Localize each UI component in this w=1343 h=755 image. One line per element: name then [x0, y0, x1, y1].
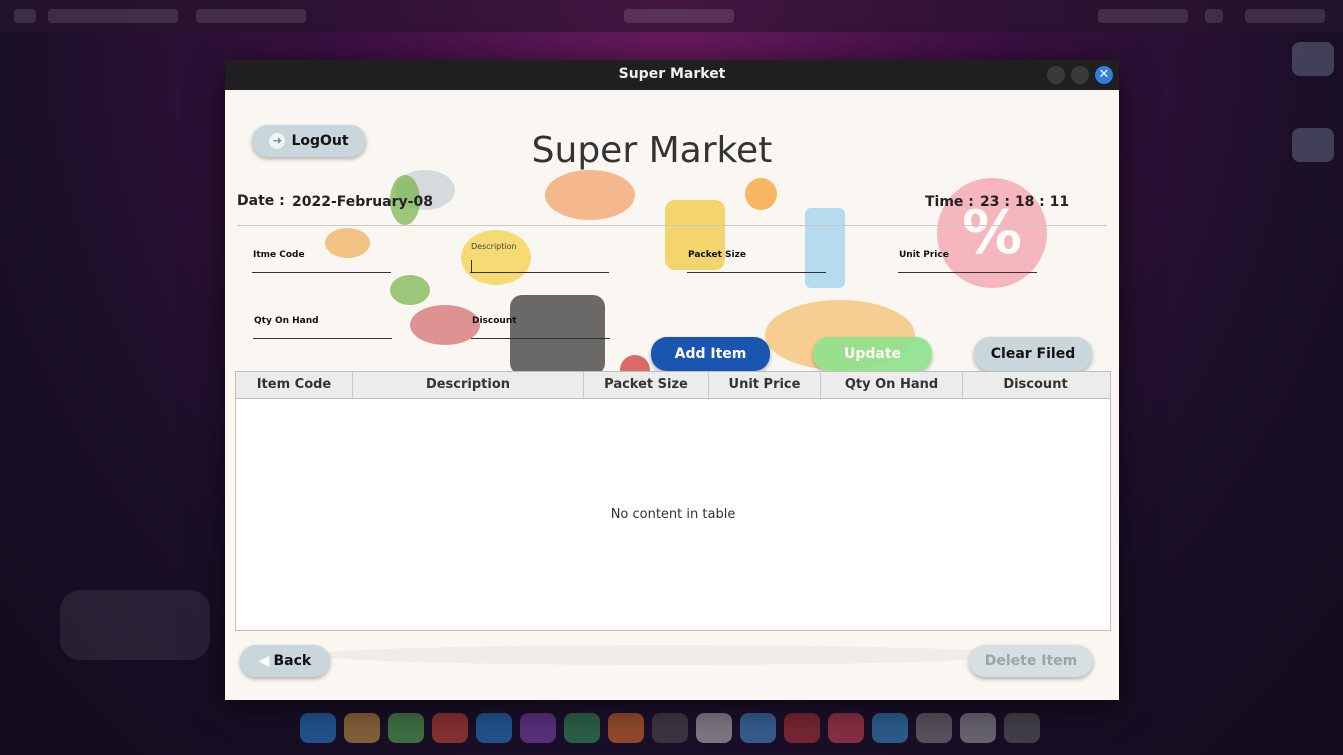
packet-size-label: Packet Size	[688, 250, 746, 260]
divider	[237, 225, 1107, 226]
time-value: 23 : 18 : 11	[980, 194, 1070, 210]
logout-label: LogOut	[291, 133, 349, 149]
clear-fields-button[interactable]: Clear Filed	[974, 337, 1092, 371]
table-header: Item Code Description Packet Size Unit P…	[236, 372, 1110, 399]
unit-price-label: Unit Price	[899, 250, 949, 260]
date-value: 2022-February-08	[292, 194, 433, 210]
description-field[interactable]: Description	[470, 232, 609, 273]
maximize-button[interactable]	[1071, 66, 1089, 84]
date-label: Date :	[237, 193, 285, 209]
column-header[interactable]: Description	[353, 372, 584, 398]
back-button[interactable]: ◀ Back	[240, 645, 330, 677]
item-code-field[interactable]: Itme Code	[252, 232, 391, 273]
delete-item-button[interactable]: Delete Item	[969, 645, 1093, 677]
floor-shadow	[315, 645, 1015, 665]
avocado-decoration	[390, 275, 430, 305]
orange-decoration	[745, 178, 777, 210]
desktop-widget	[60, 590, 210, 660]
window-titlebar[interactable]: Super Market ✕	[225, 60, 1119, 90]
app-window: Super Market ✕ % Super Market ➜ LogOut Da…	[225, 60, 1119, 700]
arrow-left-icon: ◀	[258, 653, 270, 669]
column-header[interactable]: Discount	[963, 372, 1108, 398]
update-button[interactable]: Update	[813, 337, 932, 371]
dock	[300, 708, 1060, 748]
packet-size-field[interactable]: Packet Size	[687, 232, 826, 273]
text-cursor	[471, 260, 472, 272]
shrimp-decoration	[545, 170, 635, 220]
qty-on-hand-label: Qty On Hand	[254, 316, 319, 326]
close-button[interactable]: ✕	[1095, 66, 1113, 84]
items-table[interactable]: Item Code Description Packet Size Unit P…	[235, 371, 1111, 631]
window-title: Super Market	[618, 66, 726, 82]
desktop-top-bar	[0, 0, 1343, 32]
discount-label: Discount	[472, 316, 517, 326]
unit-price-field[interactable]: Unit Price	[898, 232, 1037, 273]
empty-table-message: No content in table	[610, 507, 736, 522]
discount-field[interactable]: Discount	[471, 298, 610, 339]
arrow-right-icon: ➜	[269, 133, 286, 149]
logout-button[interactable]: ➜ LogOut	[252, 125, 366, 157]
column-header[interactable]: Item Code	[236, 372, 353, 398]
desktop-clock-widget	[1120, 515, 1320, 615]
column-header[interactable]: Unit Price	[709, 372, 821, 398]
back-label: Back	[273, 653, 312, 669]
salami-decoration	[410, 305, 480, 345]
main-panel: % Super Market ➜ LogOut Date : 2022-Febru…	[225, 90, 1119, 700]
time-label: Time :	[925, 194, 974, 210]
item-code-label: Itme Code	[253, 250, 305, 260]
column-header[interactable]: Packet Size	[584, 372, 709, 398]
add-item-button[interactable]: Add Item	[651, 337, 770, 371]
minimize-button[interactable]	[1047, 66, 1065, 84]
description-label: Description	[471, 242, 517, 251]
qty-on-hand-field[interactable]: Qty On Hand	[253, 298, 392, 339]
column-header[interactable]: Qty On Hand	[821, 372, 963, 398]
page-title: Super Market	[531, 130, 773, 171]
